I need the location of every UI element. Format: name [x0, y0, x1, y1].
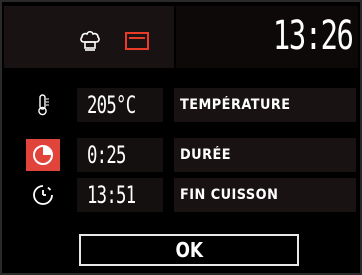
temperature-value: 205°C: [87, 91, 136, 119]
chef-hat-icon[interactable]: [80, 30, 100, 52]
end-time-value-field[interactable]: 13:51: [77, 178, 163, 212]
timer-icon: [26, 139, 60, 171]
end-time-label-field[interactable]: FIN CUISSON: [174, 178, 356, 212]
ok-button[interactable]: OK: [79, 234, 299, 266]
thermometer-icon: [26, 89, 60, 121]
header-mode-panel: [4, 6, 174, 68]
temperature-row[interactable]: 205°C TEMPÉRATURE: [4, 88, 358, 122]
current-time: 13:26: [272, 13, 353, 59]
ok-button-label: OK: [175, 238, 203, 262]
header-clock-panel: 13:26: [176, 6, 358, 68]
end-time-value: 13:51: [87, 181, 136, 209]
duration-row[interactable]: 0:25 DURÉE: [4, 138, 358, 172]
end-clock-icon: [26, 179, 60, 211]
oven-display-screen: 13:26 205°C TEMPÉRATURE 0:25 DURÉE 13:51…: [0, 0, 362, 275]
end-time-row[interactable]: 13:51 FIN CUISSON: [4, 178, 358, 212]
temperature-label-field[interactable]: TEMPÉRATURE: [174, 88, 356, 122]
end-time-label: FIN CUISSON: [180, 187, 279, 203]
temperature-label: TEMPÉRATURE: [180, 97, 291, 113]
duration-label: DURÉE: [180, 147, 231, 163]
temperature-value-field[interactable]: 205°C: [77, 88, 163, 122]
duration-value: 0:25: [87, 141, 126, 169]
oven-mode-icon[interactable]: [125, 32, 149, 50]
duration-value-field[interactable]: 0:25: [77, 138, 163, 172]
duration-label-field[interactable]: DURÉE: [174, 138, 356, 172]
